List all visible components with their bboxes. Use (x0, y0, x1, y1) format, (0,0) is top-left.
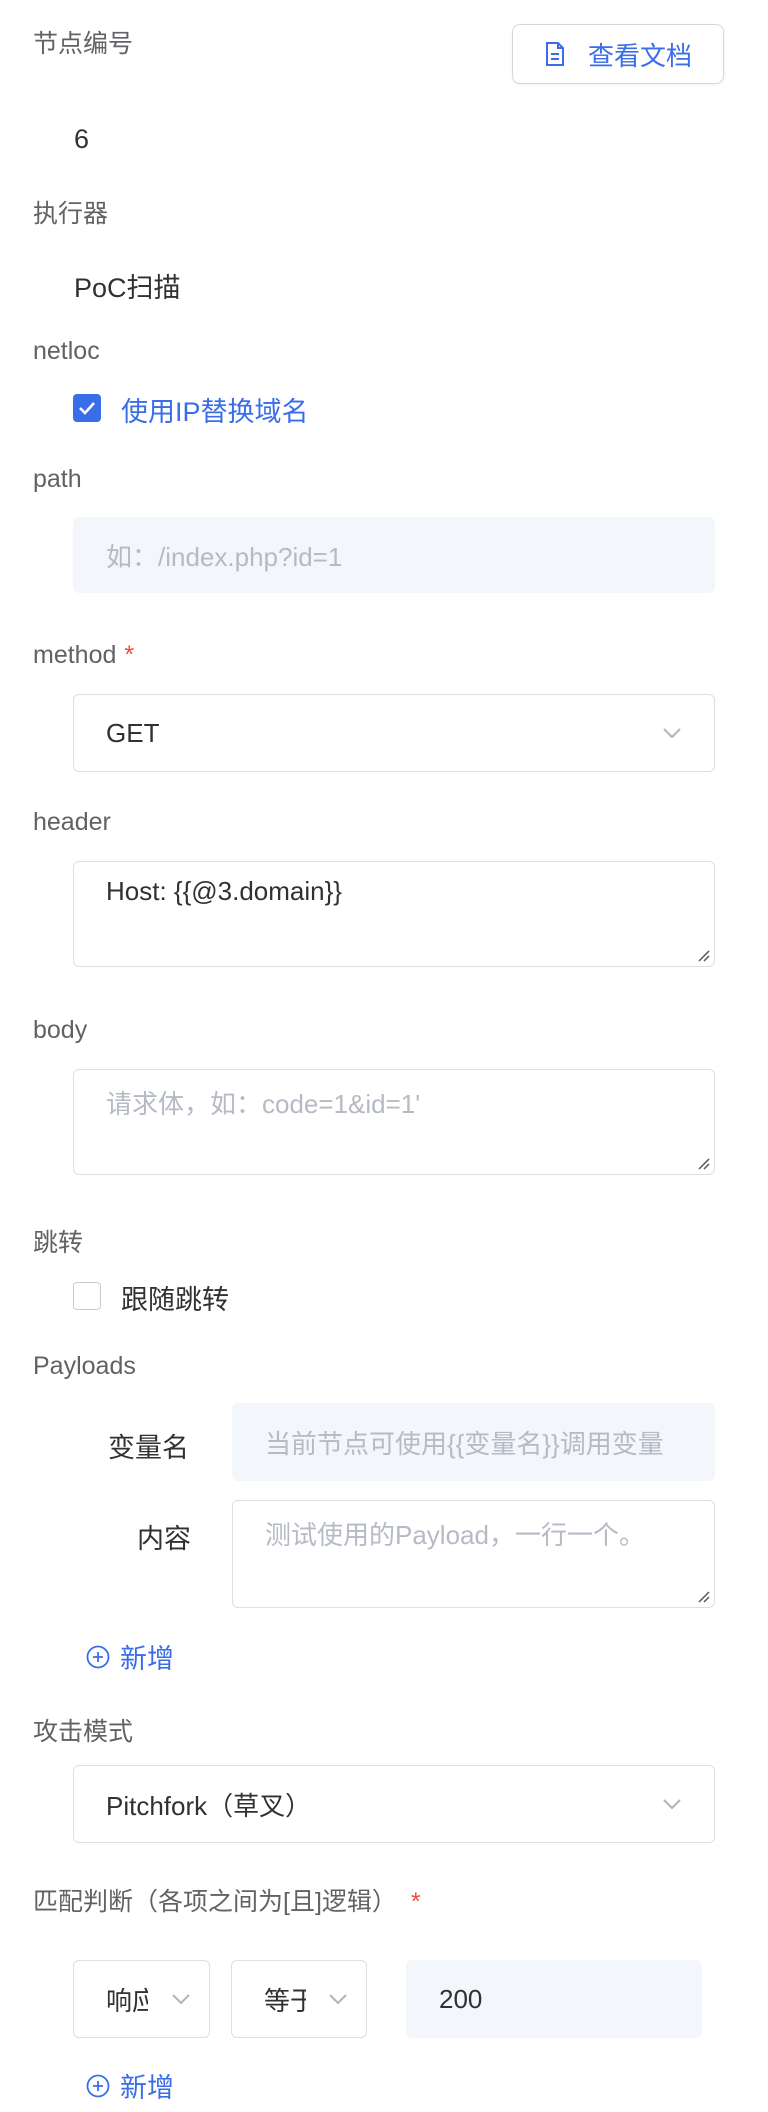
match-value-input[interactable]: 200 (406, 1960, 702, 2038)
view-docs-label: 查看文档 (587, 40, 692, 71)
body-textarea[interactable]: 请求体，如：code=1&id=1' (73, 1069, 715, 1175)
chevron-down-icon (171, 1993, 191, 2005)
match-label-text: 匹配判断（各项之间为[且]逻辑） (33, 1888, 397, 1916)
path-label: path (33, 465, 82, 493)
match-value: 200 (439, 1983, 483, 2014)
payload-var-input[interactable]: 当前节点可使用{{变量名}}调用变量 (232, 1403, 715, 1481)
match-operator-value: 等于 (264, 1985, 306, 2016)
node-id-label: 节点编号 (33, 30, 134, 58)
redirect-label: 跳转 (33, 1229, 84, 1257)
chevron-down-icon (328, 1993, 348, 2005)
document-icon (544, 41, 566, 67)
payload-content-textarea[interactable]: 测试使用的Payload，一行一个。 (232, 1500, 715, 1608)
chevron-down-icon (662, 727, 682, 739)
match-operator-select[interactable]: 等于 (231, 1960, 367, 2038)
follow-redirect-checkbox[interactable] (73, 1282, 101, 1310)
payload-var-placeholder: 当前节点可使用{{变量名}}调用变量 (265, 1428, 664, 1459)
add-payload-button[interactable]: 新增 (86, 1637, 174, 1676)
add-payload-label: 新增 (120, 1644, 174, 1674)
payload-content-label: 内容 (137, 1524, 191, 1554)
match-field-select[interactable]: 响应 (73, 1960, 210, 2038)
body-label: body (33, 1016, 88, 1044)
path-input[interactable]: 如：/index.php?id=1 (73, 517, 715, 593)
method-select-value: GET (106, 717, 160, 748)
checkmark-icon (79, 402, 95, 415)
payload-var-label: 变量名 (108, 1433, 189, 1463)
method-label-text: method (33, 641, 117, 669)
view-docs-button[interactable]: 查看文档 (512, 24, 724, 84)
executor-label: 执行器 (33, 200, 109, 228)
required-mark: * (410, 1888, 421, 1916)
plus-circle-icon (86, 1645, 110, 1669)
method-label: method * (33, 641, 134, 670)
resize-handle-icon[interactable] (696, 948, 710, 962)
required-mark: * (124, 641, 135, 669)
use-ip-checkbox[interactable] (73, 394, 101, 422)
payload-content-placeholder: 测试使用的Payload，一行一个。 (265, 1520, 645, 1550)
resize-handle-icon[interactable] (696, 1589, 710, 1603)
follow-redirect-label[interactable]: 跟随跳转 (121, 1278, 229, 1317)
attack-mode-label: 攻击模式 (33, 1718, 134, 1746)
path-placeholder: 如：/index.php?id=1 (106, 541, 343, 572)
header-textarea[interactable]: Host: {{@3.domain}} (73, 861, 715, 967)
netloc-label: netloc (33, 337, 100, 365)
add-match-label: 新增 (120, 2073, 174, 2103)
executor-value: PoC扫描 (74, 273, 181, 303)
body-placeholder: 请求体，如：code=1&id=1' (106, 1089, 421, 1119)
resize-handle-icon[interactable] (696, 1156, 710, 1170)
payloads-label: Payloads (33, 1352, 136, 1380)
header-textarea-value: Host: {{@3.domain}} (106, 876, 342, 906)
use-ip-checkbox-label[interactable]: 使用IP替换域名 (121, 390, 309, 429)
header-label: header (33, 808, 111, 836)
match-field-value: 响应 (106, 1985, 148, 2016)
attack-mode-select[interactable]: Pitchfork（草叉） (73, 1765, 715, 1843)
method-select[interactable]: GET (73, 694, 715, 772)
chevron-down-icon (662, 1798, 682, 1810)
attack-mode-value: Pitchfork（草叉） (106, 1790, 312, 1821)
add-match-button[interactable]: 新增 (86, 2066, 174, 2105)
match-label: 匹配判断（各项之间为[且]逻辑） * (33, 1882, 421, 1918)
node-id-value: 6 (74, 124, 90, 154)
plus-circle-icon (86, 2074, 110, 2098)
